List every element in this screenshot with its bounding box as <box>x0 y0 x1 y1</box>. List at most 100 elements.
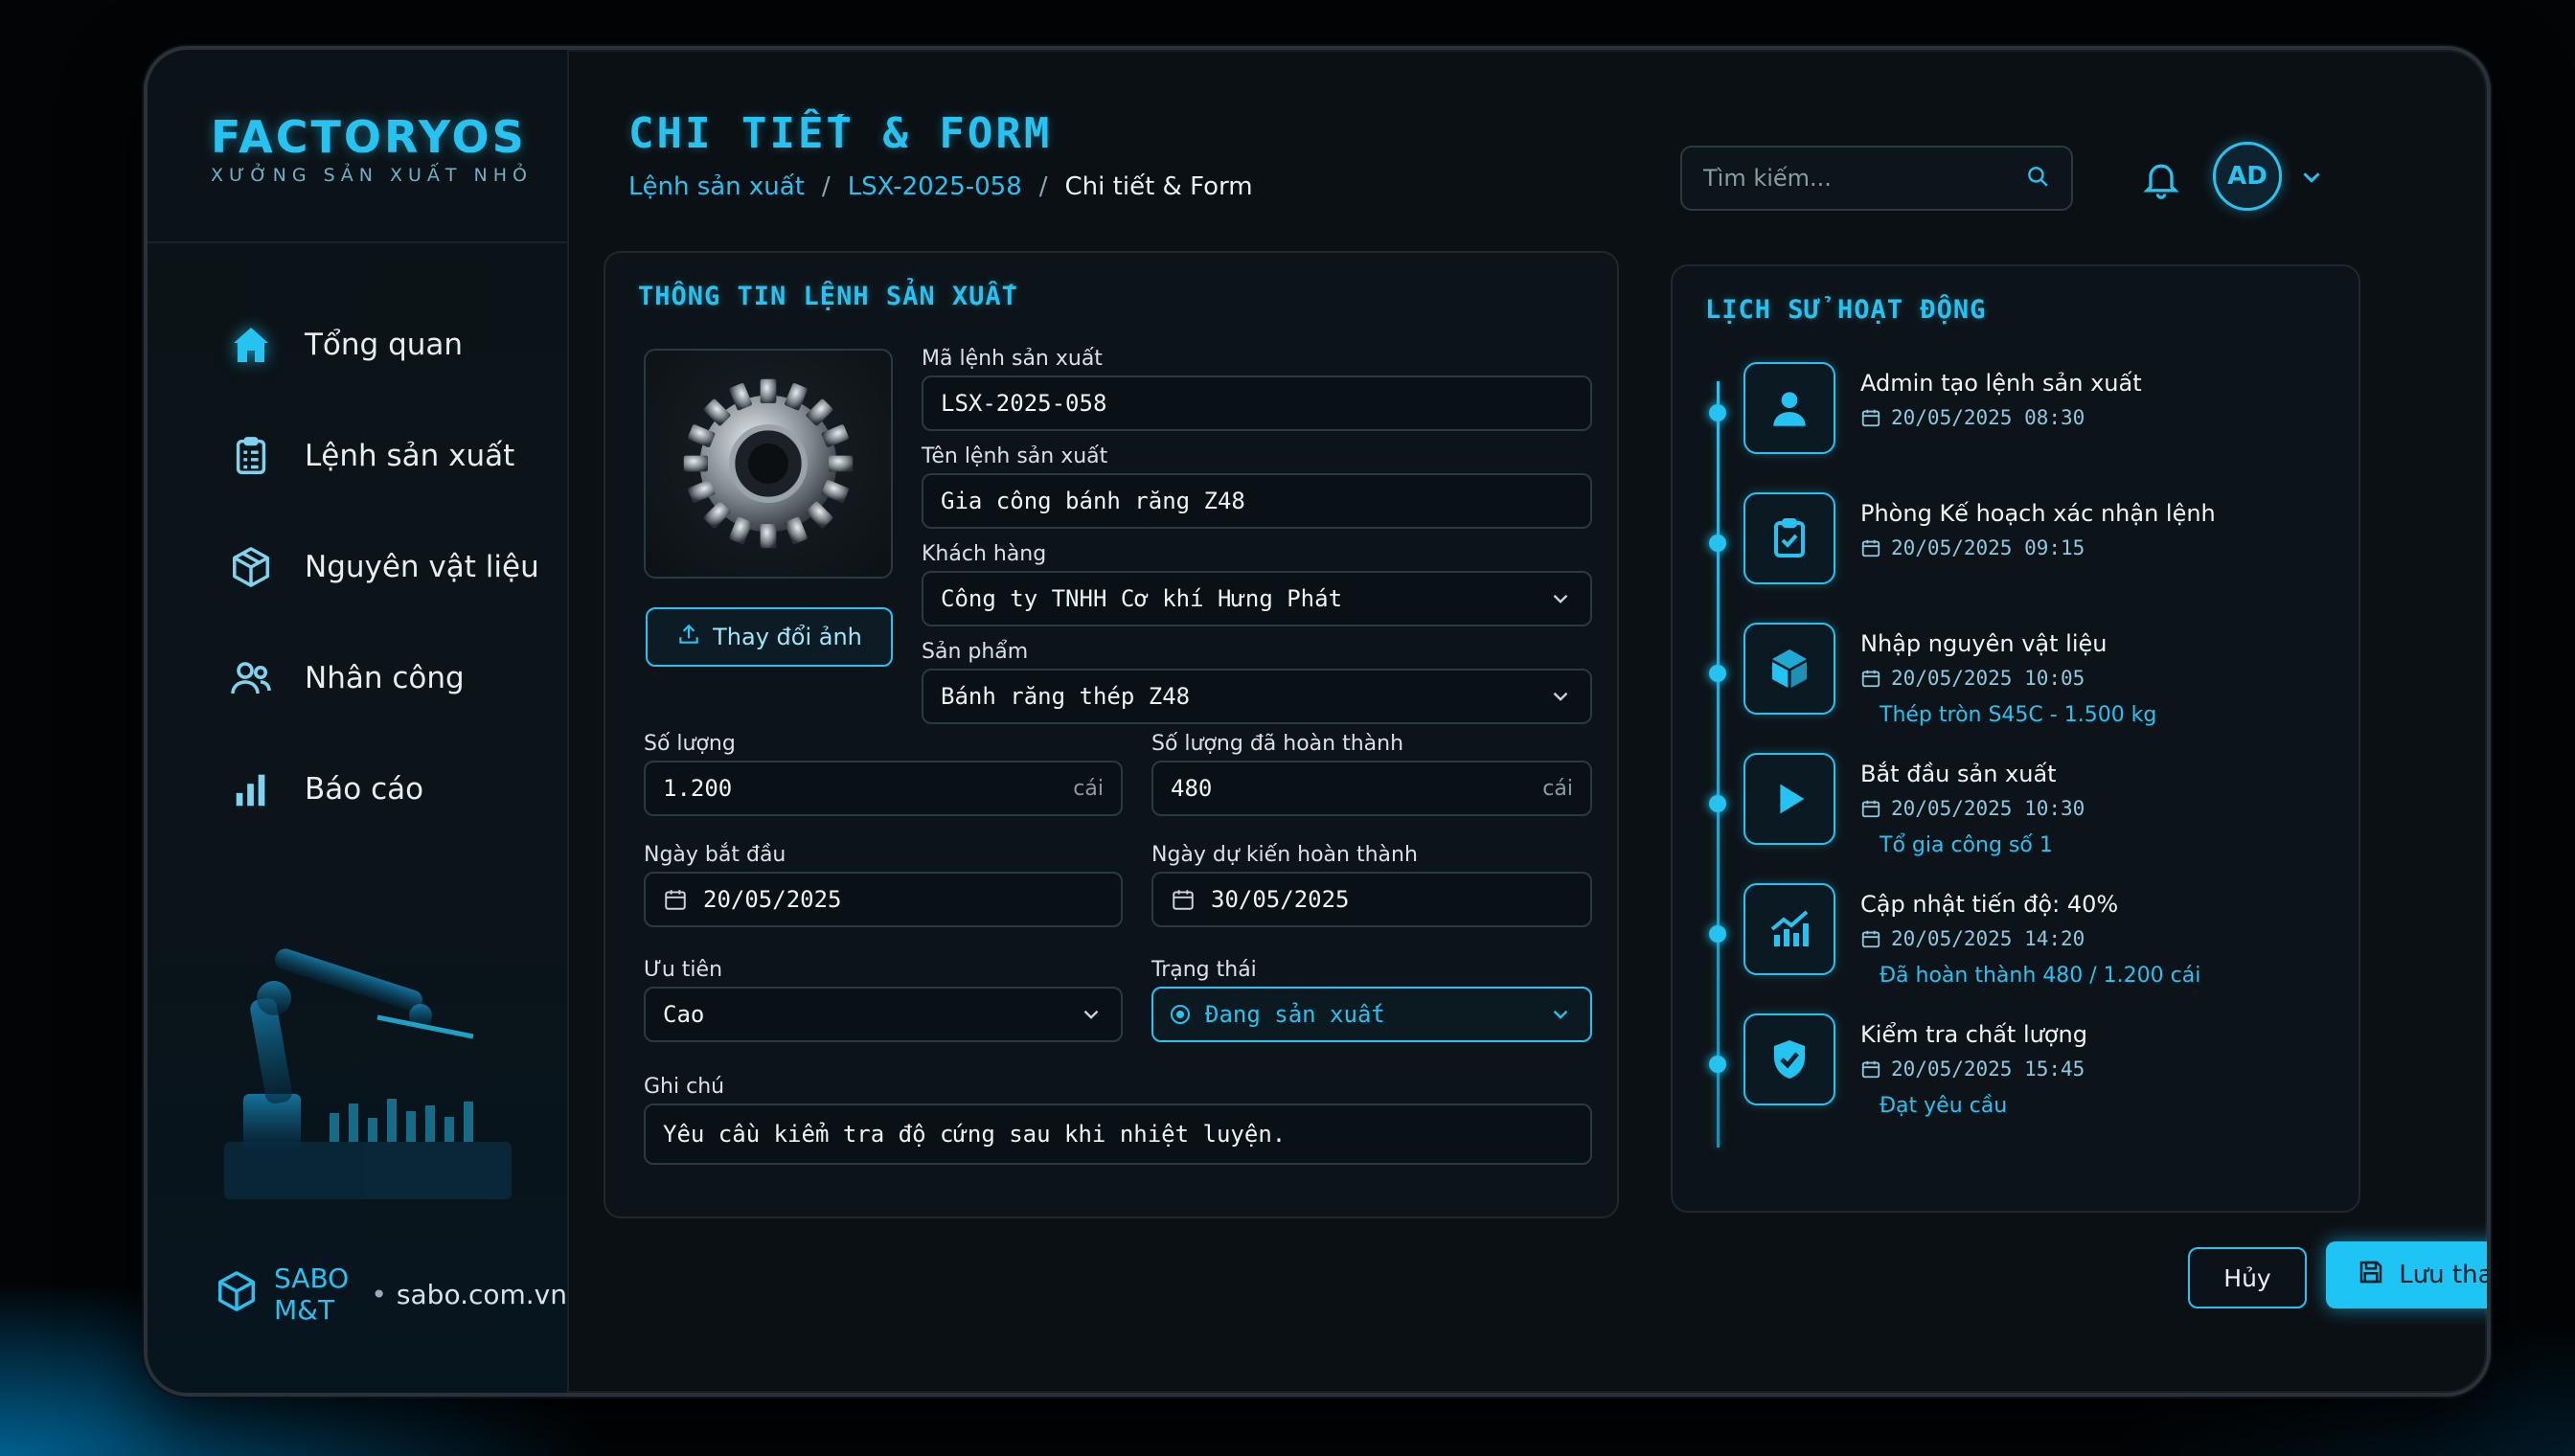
play-icon <box>1743 753 1835 845</box>
sidebar-divider <box>148 241 567 243</box>
breadcrumb-separator: / <box>1038 172 1048 201</box>
cancel-button[interactable]: Hủy <box>2188 1247 2307 1308</box>
user-icon <box>1743 362 1835 454</box>
chevron-down-icon[interactable] <box>2297 163 2326 192</box>
start-date-field[interactable]: 20/05/2025 <box>644 872 1123 927</box>
name-value: Gia công bánh răng Z48 <box>941 488 1245 514</box>
search-input[interactable] <box>1703 165 2025 192</box>
notification-bell-icon[interactable] <box>2140 157 2182 199</box>
calendar-icon <box>1861 1060 1880 1079</box>
completed-value: 480 <box>1171 775 1213 802</box>
calendar-icon <box>665 890 686 910</box>
breadcrumb-current: Chi tiết & Form <box>1064 172 1253 201</box>
chevron-down-icon <box>1553 1010 1568 1019</box>
gear-icon <box>668 363 869 564</box>
change-image-label: Thay đổi ảnh <box>713 624 862 650</box>
quantity-value: 1.200 <box>663 775 733 802</box>
completed-label: Số lượng đã hoàn thành <box>1151 732 1404 756</box>
main-content: CHI TIẾT & FORM Lệnh sản xuất / LSX-2025… <box>569 50 2487 1393</box>
sidebar-footer: SABO M&T • sabo.com.vn <box>215 1263 567 1326</box>
calendar-icon <box>1861 539 1880 557</box>
search-icon[interactable] <box>2025 164 2050 193</box>
note-textarea[interactable]: Yêu cầu kiểm tra độ cứng sau khi nhiệt l… <box>644 1103 1592 1165</box>
production-order-form: THÔNG TIN LỆNH SẢN XUẤT Thay đổi ảnh Mã … <box>604 251 1619 1218</box>
completed-field[interactable]: 480 cái <box>1151 761 1592 816</box>
form-title: THÔNG TIN LỆNH SẢN XUẤT <box>638 282 1018 311</box>
activity-history-panel: LỊCH SỬ HOẠT ĐỘNG Admin tạo lệnh sản xuấ… <box>1671 264 2360 1213</box>
priority-select[interactable]: Cao <box>644 987 1123 1042</box>
sidebar-item-production-orders[interactable]: Lệnh sản xuất <box>224 400 539 512</box>
chart-icon <box>1743 883 1835 975</box>
calendar-icon <box>1173 890 1194 910</box>
change-image-button[interactable]: Thay đổi ảnh <box>646 607 893 667</box>
code-value: LSX-2025-058 <box>941 390 1107 417</box>
sidebar-item-label: Nhân công <box>305 661 465 695</box>
timeline-dot <box>1709 925 1726 943</box>
history-title: LỊCH SỬ HOẠT ĐỘNG <box>1705 295 1987 325</box>
app-window: FACTORYOS XƯỞNG SẢN XUẤT NHỎ Tổng quan L… <box>144 46 2491 1397</box>
customer-select[interactable]: Công ty TNHH Cơ khí Hưng Phát <box>922 571 1592 626</box>
sidebar-item-workers[interactable]: Nhân công <box>224 623 539 734</box>
timeline-time: 20/05/2025 14:20 <box>1860 927 2085 950</box>
name-field[interactable]: Gia công bánh răng Z48 <box>922 473 1592 529</box>
end-date-value: 30/05/2025 <box>1211 886 1350 913</box>
sidebar-item-overview[interactable]: Tổng quan <box>224 289 539 400</box>
name-label: Tên lệnh sản xuất <box>922 444 1108 468</box>
timeline-item: Bắt đầu sản xuất 20/05/2025 10:30 Tổ gia… <box>1707 753 2339 868</box>
product-label: Sản phẩm <box>922 640 1029 664</box>
timeline-time-value: 20/05/2025 08:30 <box>1891 406 2085 429</box>
quantity-field[interactable]: 1.200 cái <box>644 761 1123 816</box>
avatar[interactable]: AD <box>2213 142 2282 211</box>
timeline-time-value: 20/05/2025 10:05 <box>1891 667 2085 690</box>
robot-arm-illustration <box>224 948 512 1199</box>
quantity-unit: cái <box>1073 776 1104 801</box>
timeline-title: Bắt đầu sản xuất <box>1860 761 2057 787</box>
end-date-field[interactable]: 30/05/2025 <box>1151 872 1592 927</box>
timeline-dot <box>1709 1056 1726 1073</box>
timeline-title: Phòng Kế hoạch xác nhận lệnh <box>1860 500 2216 527</box>
sidebar-nav: Tổng quan Lệnh sản xuất Nguyên vật liệu … <box>224 289 539 845</box>
box-icon <box>1743 623 1835 715</box>
clipboard-icon <box>224 429 278 483</box>
note-label: Ghi chú <box>644 1075 725 1099</box>
users-icon <box>224 651 278 705</box>
breadcrumb-item[interactable]: LSX-2025-058 <box>848 172 1022 201</box>
code-field[interactable]: LSX-2025-058 <box>922 375 1592 431</box>
timeline-time: 20/05/2025 15:45 <box>1860 1058 2085 1081</box>
status-select[interactable]: Đang sản xuất <box>1151 987 1592 1042</box>
timeline-time-value: 20/05/2025 09:15 <box>1891 536 2085 559</box>
box-icon <box>224 540 278 594</box>
timeline-time: 20/05/2025 09:15 <box>1860 536 2085 559</box>
calendar-icon <box>1861 409 1880 427</box>
timeline-dot <box>1709 795 1726 812</box>
sidebar-item-reports[interactable]: Báo cáo <box>224 734 539 845</box>
timeline-item: Nhập nguyên vật liệu 20/05/2025 10:05 Th… <box>1707 623 2339 738</box>
brand-title: FACTORYOS <box>211 111 527 163</box>
priority-value: Cao <box>663 1001 705 1028</box>
end-date-label: Ngày dự kiến hoàn thành <box>1151 843 1418 867</box>
status-value: Đang sản xuất <box>1205 1001 1385 1028</box>
timeline-dot <box>1709 535 1726 552</box>
timeline-dot <box>1709 404 1726 421</box>
sidebar-item-materials[interactable]: Nguyên vật liệu <box>224 512 539 623</box>
footer-separator: • <box>371 1278 387 1310</box>
upload-icon <box>676 622 701 652</box>
breadcrumb: Lệnh sản xuất / LSX-2025-058 / Chi tiết … <box>628 172 1253 201</box>
product-select[interactable]: Bánh răng thép Z48 <box>922 669 1592 724</box>
timeline-item: Kiểm tra chất lượng 20/05/2025 15:45 Đạt… <box>1707 1013 2339 1128</box>
timeline-title: Admin tạo lệnh sản xuất <box>1860 370 2142 397</box>
footer-url[interactable]: sabo.com.vn <box>397 1279 567 1310</box>
product-image <box>644 349 893 579</box>
timeline-detail: Đạt yêu cầu <box>1880 1094 2008 1118</box>
status-indicator-icon <box>1171 1005 1190 1024</box>
timeline-item: Phòng Kế hoạch xác nhận lệnh 20/05/2025 … <box>1707 492 2339 607</box>
timeline-detail: Thép tròn S45C - 1.500 kg <box>1880 703 2157 727</box>
customer-value: Công ty TNHH Cơ khí Hưng Phát <box>941 585 1343 612</box>
sidebar-item-label: Báo cáo <box>305 772 424 807</box>
breadcrumb-item[interactable]: Lệnh sản xuất <box>628 172 805 201</box>
clipboard-check-icon <box>1743 492 1835 584</box>
timeline-time: 20/05/2025 10:05 <box>1860 667 2085 690</box>
sidebar-item-label: Tổng quan <box>305 328 464 362</box>
timeline-time-value: 20/05/2025 14:20 <box>1891 927 2085 950</box>
save-button[interactable]: Lưu thay đổi <box>2326 1241 2487 1308</box>
